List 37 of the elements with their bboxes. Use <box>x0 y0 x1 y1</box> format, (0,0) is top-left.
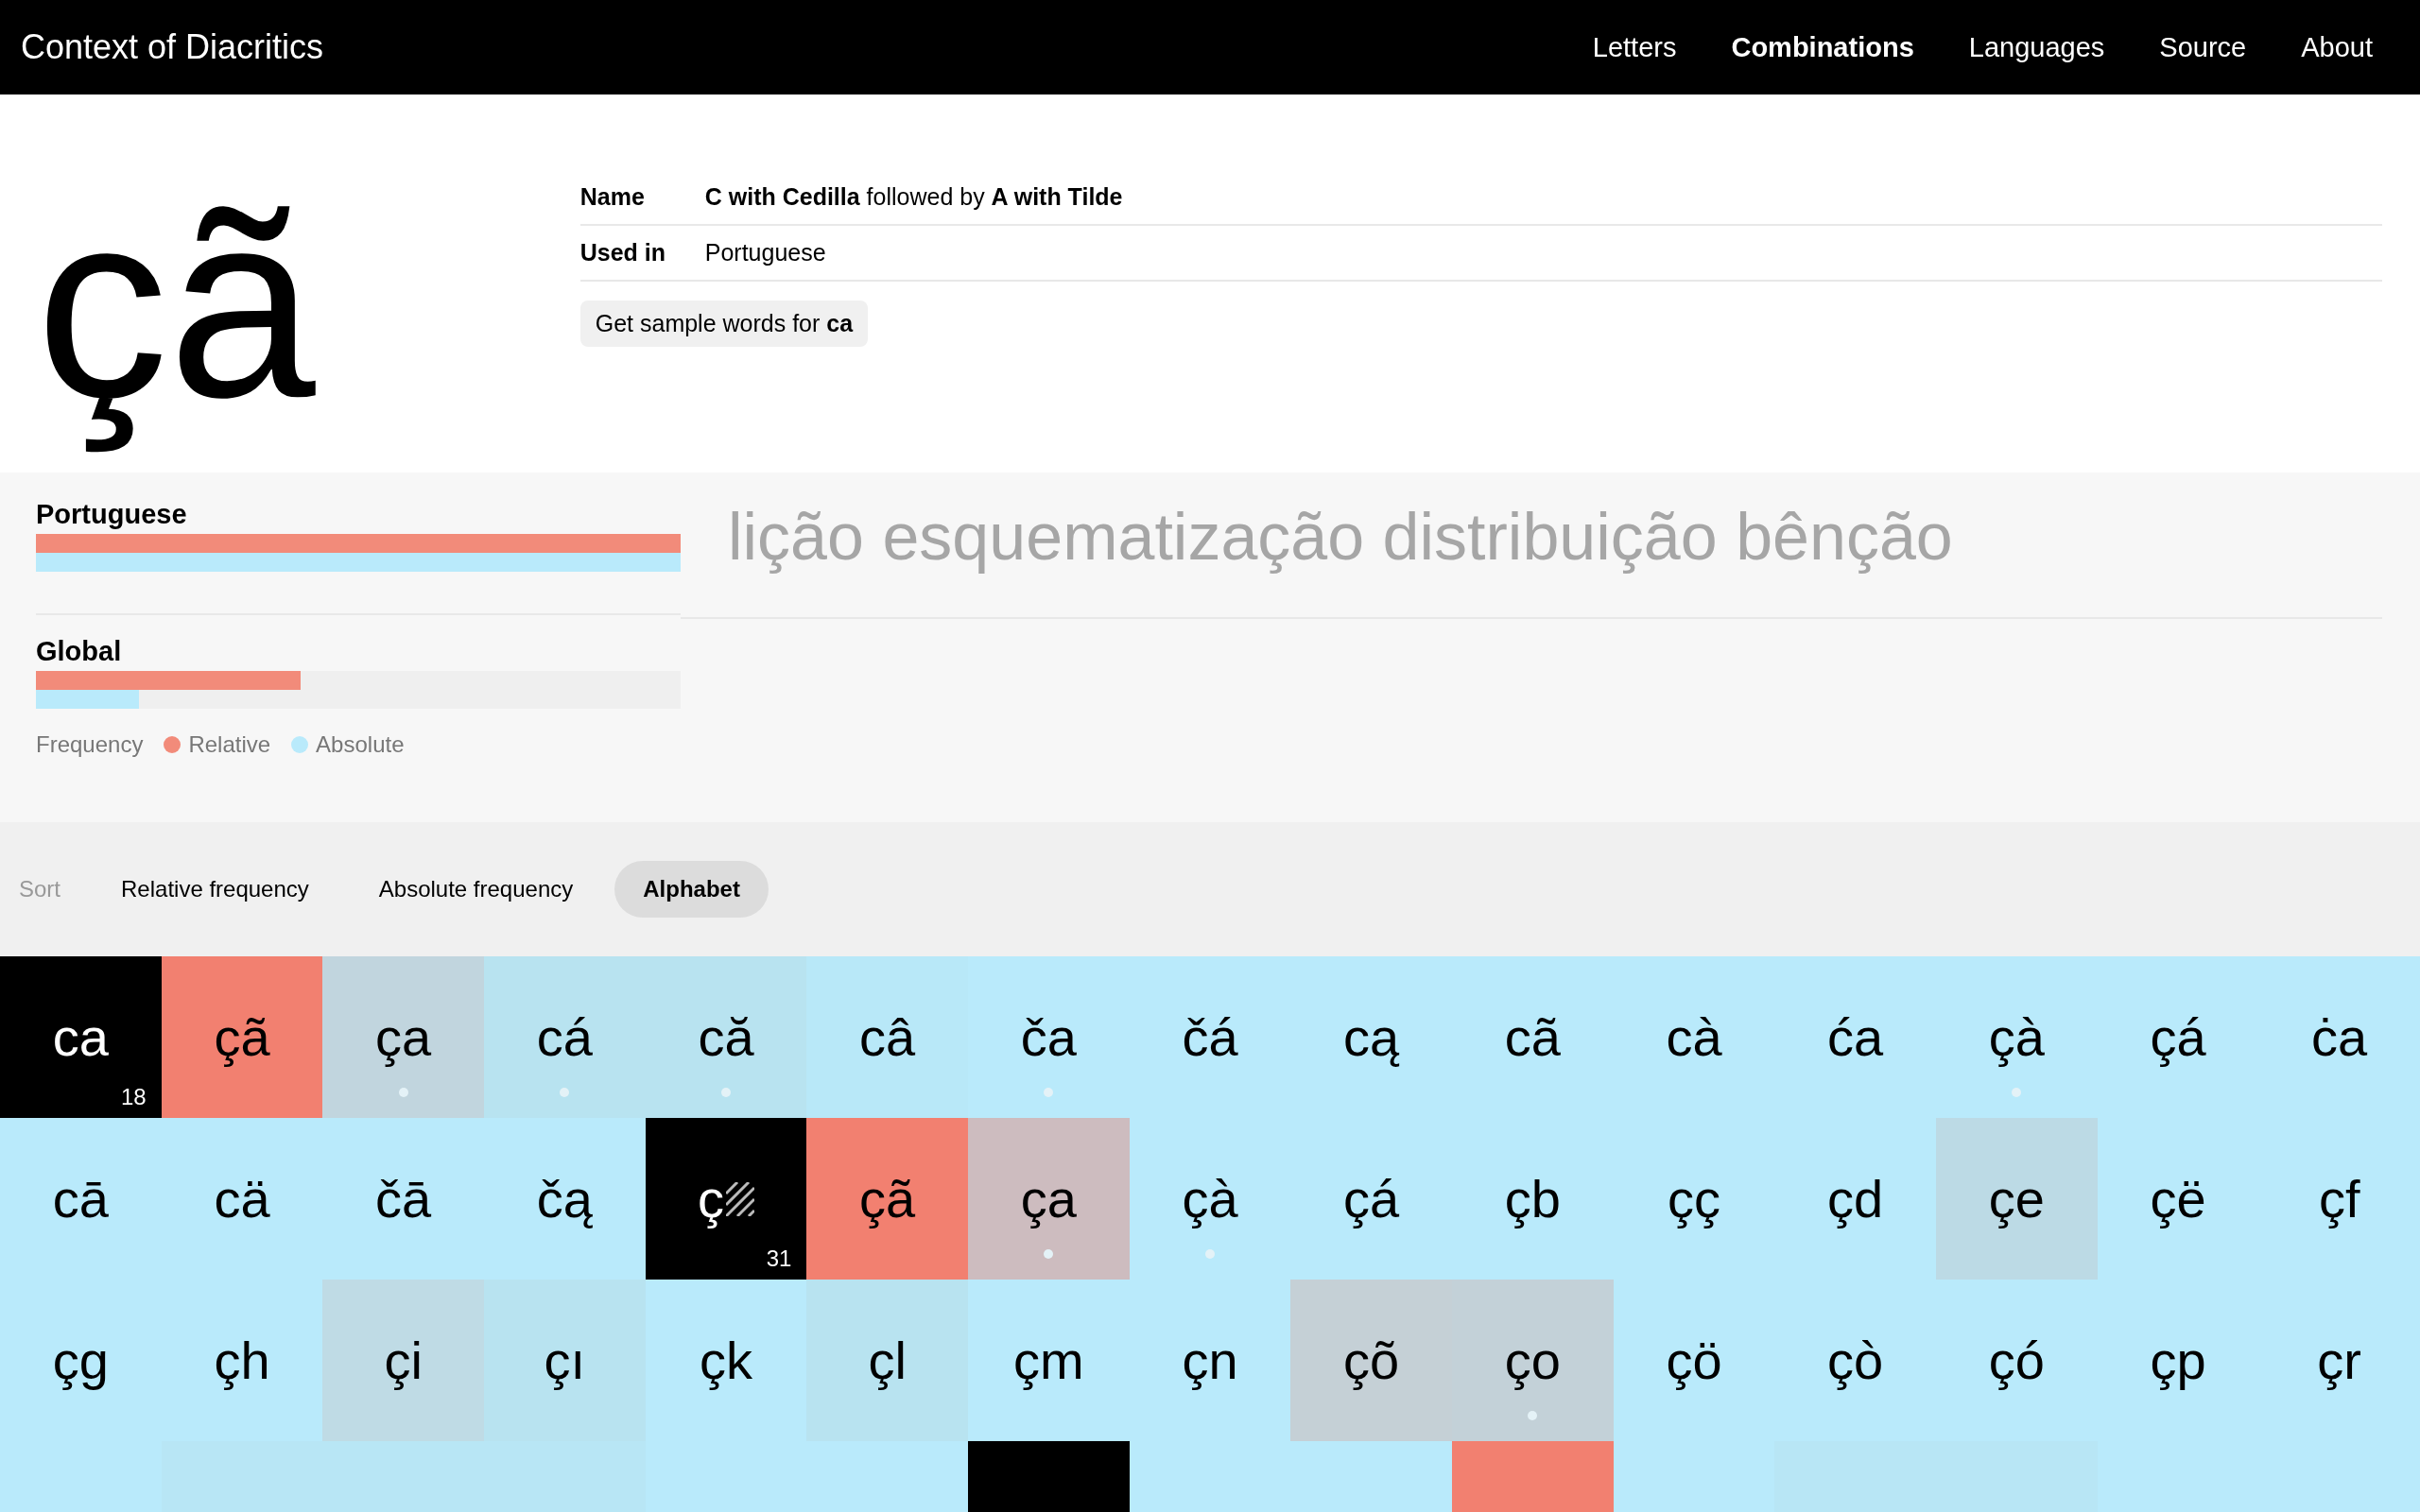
glyph-tile[interactable]: çã <box>806 1118 968 1280</box>
glyph-tile[interactable]: ço <box>1452 1280 1614 1441</box>
glyph-preview: çã <box>36 156 316 455</box>
glyph-tile[interactable]: cá <box>484 956 646 1118</box>
glyph-tile[interactable]: çı <box>484 1280 646 1441</box>
glyph-tile[interactable]: çi <box>322 1280 484 1441</box>
language-name: Portuguese <box>36 499 188 530</box>
info-value: C with Cedilla followed by A with Tilde <box>704 183 1123 211</box>
sample-words: lição esquematização distribuição bênção <box>728 500 1953 574</box>
info-label: Name <box>579 183 646 211</box>
sort-option[interactable]: Absolute frequency <box>350 861 602 918</box>
glyph-tile[interactable]: çe <box>1936 1118 2098 1280</box>
nav-link[interactable]: Letters <box>1592 31 1677 63</box>
nav-link[interactable]: Source <box>2159 31 2247 63</box>
glyph-tile[interactable]: ça <box>322 956 484 1118</box>
glyph-tile[interactable]: çl <box>806 1280 968 1441</box>
hatched-square-icon <box>726 1181 754 1216</box>
nav-link[interactable]: Combinations <box>1731 31 1914 63</box>
glyph-tile[interactable]: çõ <box>1290 1280 1452 1441</box>
nav-link[interactable]: Languages <box>1968 31 2105 63</box>
glyph-tile[interactable]: çã <box>161 956 323 1118</box>
info-label: Used in <box>579 239 667 266</box>
legend-label: Absolute <box>316 731 405 758</box>
glyph-tile[interactable]: ç 31 <box>645 1118 807 1280</box>
glyph-tile[interactable]: că <box>645 956 807 1118</box>
info-value: Portuguese <box>704 239 826 266</box>
sample-words-button[interactable]: Get sample words for ca <box>579 301 869 347</box>
language-name: Global <box>36 636 123 667</box>
glyph-tile[interactable]: ça <box>968 1118 1130 1280</box>
sort-label: Sort <box>19 876 60 902</box>
site-title[interactable]: Context of Diacritics <box>21 27 324 67</box>
legend-label: Frequency <box>36 731 144 758</box>
nav-link[interactable]: About <box>2301 31 2373 63</box>
sort-option[interactable]: Relative frequency <box>93 861 337 918</box>
sort-option[interactable]: Alphabet <box>614 861 769 918</box>
legend-label: Relative <box>188 731 271 758</box>
glyph-tile[interactable]: ca 18 <box>0 956 162 1118</box>
